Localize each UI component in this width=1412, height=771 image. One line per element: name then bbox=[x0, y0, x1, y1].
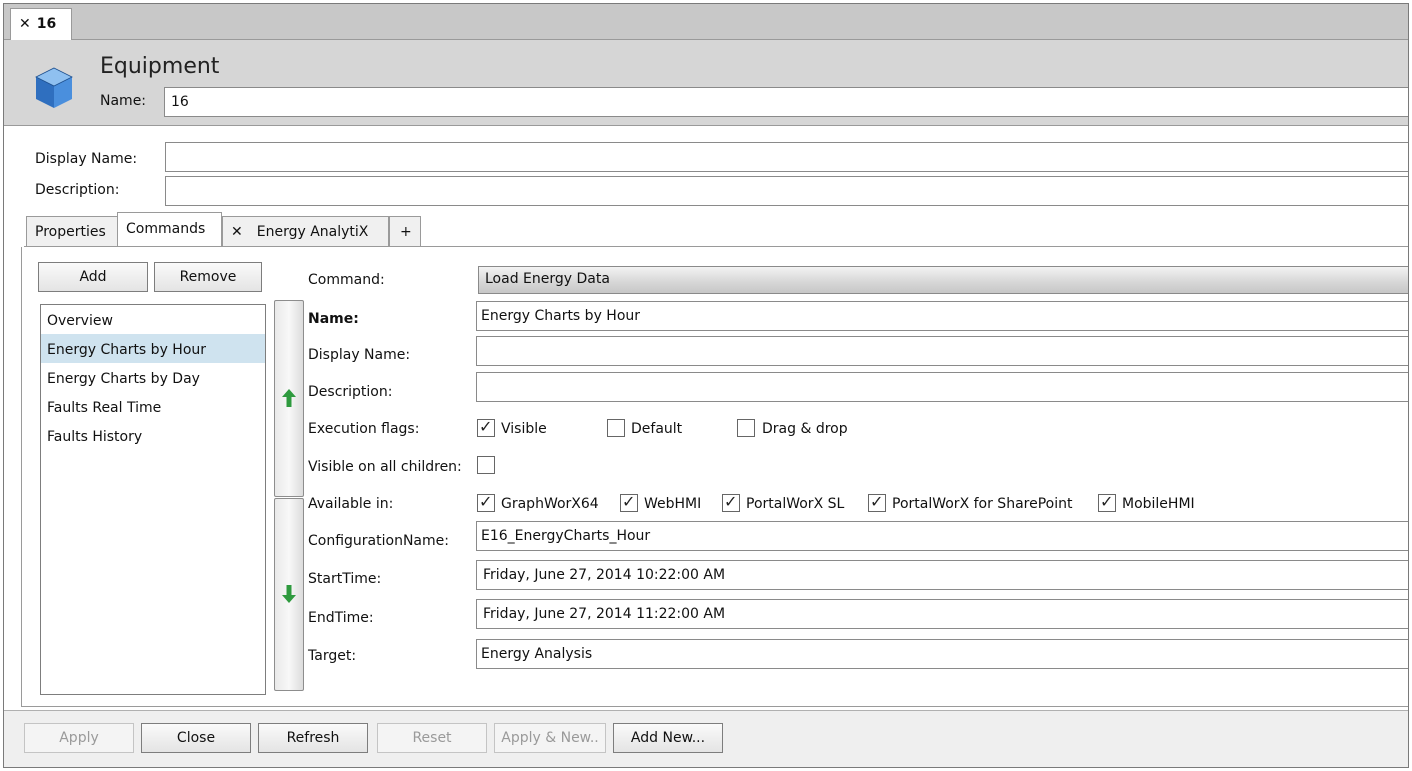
description-label: Description: bbox=[35, 182, 120, 198]
move-up-button[interactable] bbox=[274, 300, 304, 497]
tab-properties-label: Properties bbox=[35, 224, 106, 240]
portalworx-sl-label: PortalWorX SL bbox=[746, 496, 845, 512]
drag-drop-checkbox[interactable] bbox=[737, 419, 755, 437]
command-description-input[interactable] bbox=[476, 372, 1408, 402]
display-name-input[interactable] bbox=[165, 142, 1408, 172]
graphworx64-checkbox[interactable]: ✓ bbox=[477, 492, 495, 512]
command-name-label: Name: bbox=[308, 311, 359, 327]
commands-list: Overview Energy Charts by Hour Energy Ch… bbox=[40, 304, 266, 695]
target-label: Target: bbox=[308, 648, 357, 664]
command-description-label: Description: bbox=[308, 384, 393, 400]
add-new-button[interactable]: Add New... bbox=[613, 723, 723, 753]
refresh-button[interactable]: Refresh bbox=[258, 723, 368, 753]
tab-energy-analytix-label: Energy AnalytiX bbox=[256, 224, 369, 240]
display-name-label: Display Name: bbox=[35, 151, 138, 167]
add-command-button[interactable]: Add bbox=[38, 262, 148, 292]
plus-icon: + bbox=[400, 224, 412, 240]
check-icon: ✓ bbox=[479, 417, 493, 436]
cube-icon bbox=[35, 67, 73, 108]
end-time-label: EndTime: bbox=[308, 610, 374, 626]
tab-energy-analytix[interactable]: ✕ Energy AnalytiX bbox=[222, 216, 389, 246]
tab-commands[interactable]: Commands bbox=[117, 212, 222, 247]
name-label: Name: bbox=[100, 93, 147, 109]
default-checkbox[interactable] bbox=[607, 419, 625, 437]
graphworx64-label: GraphWorX64 bbox=[501, 496, 599, 512]
list-item[interactable]: Faults Real Time bbox=[41, 392, 265, 421]
config-name-label: ConfigurationName: bbox=[308, 533, 449, 549]
add-tab-button[interactable]: + bbox=[389, 216, 421, 246]
portalworx-sl-checkbox[interactable]: ✓ bbox=[722, 492, 740, 512]
arrow-up-icon bbox=[282, 389, 296, 407]
document-tab-label: 16 bbox=[36, 16, 57, 32]
config-name-input[interactable]: E16_EnergyCharts_Hour bbox=[476, 521, 1408, 551]
document-tab-strip: ✕ 16 bbox=[4, 4, 1408, 41]
check-icon: ✓ bbox=[622, 492, 636, 511]
check-icon: ✓ bbox=[1100, 492, 1114, 511]
footer-bar: Apply Close Refresh Reset Apply & New.. … bbox=[4, 710, 1408, 767]
drag-drop-flag-label: Drag & drop bbox=[762, 421, 848, 437]
name-input[interactable]: 16 bbox=[164, 87, 1408, 117]
list-item-selected[interactable]: Energy Charts by Hour bbox=[41, 334, 265, 363]
check-icon: ✓ bbox=[479, 492, 493, 511]
equipment-header: Equipment Name: 16 bbox=[4, 40, 1408, 126]
close-icon[interactable]: ✕ bbox=[231, 224, 243, 240]
target-input[interactable]: Energy Analysis bbox=[476, 639, 1408, 669]
webhmi-label: WebHMI bbox=[644, 496, 702, 512]
command-display-name-label: Display Name: bbox=[308, 347, 411, 363]
command-label: Command: bbox=[308, 272, 385, 288]
end-time-input[interactable]: Friday, June 27, 2014 11:22:00 AM bbox=[476, 599, 1408, 629]
close-button[interactable]: Close bbox=[141, 723, 251, 753]
mobilehmi-checkbox[interactable]: ✓ bbox=[1098, 492, 1116, 512]
start-time-input[interactable]: Friday, June 27, 2014 10:22:00 AM bbox=[476, 560, 1408, 590]
arrow-down-icon bbox=[282, 585, 296, 603]
visible-checkbox[interactable]: ✓ bbox=[477, 417, 495, 437]
start-time-label: StartTime: bbox=[308, 571, 382, 587]
execution-flags-label: Execution flags: bbox=[308, 421, 420, 437]
visible-flag-label: Visible bbox=[501, 421, 547, 437]
apply-button[interactable]: Apply bbox=[24, 723, 134, 753]
visible-children-checkbox[interactable] bbox=[477, 456, 495, 474]
list-item[interactable]: Energy Charts by Day bbox=[41, 363, 265, 392]
page-title: Equipment bbox=[100, 54, 220, 79]
list-item[interactable]: Overview bbox=[41, 305, 265, 334]
command-name-input[interactable]: Energy Charts by Hour bbox=[476, 301, 1408, 331]
close-icon[interactable]: ✕ bbox=[19, 16, 31, 32]
document-tab[interactable]: ✕ 16 bbox=[10, 8, 72, 41]
visible-children-label: Visible on all children: bbox=[308, 459, 462, 475]
command-display-name-input[interactable] bbox=[476, 336, 1408, 366]
tab-commands-label: Commands bbox=[126, 221, 206, 237]
webhmi-checkbox[interactable]: ✓ bbox=[620, 492, 638, 512]
equipment-editor-window: ✕ 16 Equipment Name: 16 Display Name: Des… bbox=[3, 3, 1409, 768]
remove-command-button[interactable]: Remove bbox=[154, 262, 262, 292]
mobilehmi-label: MobileHMI bbox=[1122, 496, 1195, 512]
portalworx-sharepoint-label: PortalWorX for SharePoint bbox=[892, 496, 1073, 512]
check-icon: ✓ bbox=[870, 492, 884, 511]
portalworx-sharepoint-checkbox[interactable]: ✓ bbox=[868, 492, 886, 512]
move-down-button[interactable] bbox=[274, 498, 304, 691]
available-in-label: Available in: bbox=[308, 496, 394, 512]
list-item[interactable]: Faults History bbox=[41, 421, 265, 450]
check-icon: ✓ bbox=[724, 492, 738, 511]
command-dropdown[interactable]: Load Energy Data bbox=[478, 266, 1408, 294]
reset-button[interactable]: Reset bbox=[377, 723, 487, 753]
tab-properties[interactable]: Properties bbox=[26, 216, 118, 246]
description-input[interactable] bbox=[165, 176, 1408, 206]
default-flag-label: Default bbox=[631, 421, 683, 437]
apply-and-new-button[interactable]: Apply & New.. bbox=[494, 723, 606, 753]
